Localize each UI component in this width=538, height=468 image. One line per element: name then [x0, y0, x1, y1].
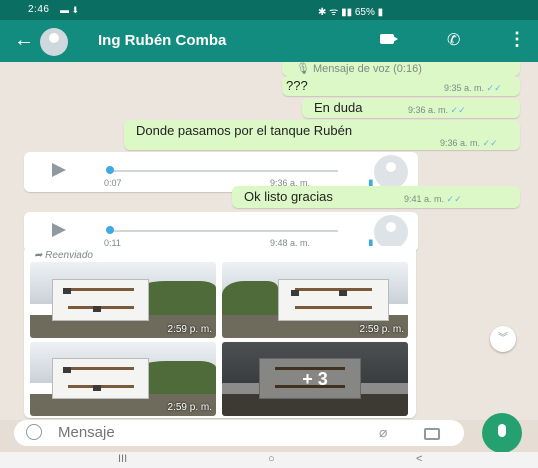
message-time: 9:41 a. m. ✓✓ — [404, 194, 462, 204]
photo-time: 2:59 p. m. — [167, 402, 212, 413]
contact-avatar[interactable] — [40, 28, 68, 56]
message-time: 9:36 a. m. ✓✓ — [440, 138, 498, 148]
message-composer: ⌀ — [14, 420, 464, 446]
back-arrow-icon[interactable]: ← — [14, 30, 34, 50]
photo-thumbnail-1[interactable]: 2:59 p. m. — [30, 262, 216, 338]
audio-duration: 0:07 — [104, 178, 122, 188]
forwarded-photo-album[interactable]: ➦ Reenviado 2:59 p. m. 2:59 p. m. 2:59 p… — [24, 246, 416, 418]
read-ticks-icon: ✓✓ — [482, 138, 498, 148]
read-ticks-icon: ✓✓ — [450, 105, 466, 115]
clock: 2:46 — [28, 4, 50, 15]
attach-icon[interactable]: ⌀ — [379, 424, 387, 441]
status-right: ✱ ᯤ ▮▮ 65% ▮ — [318, 7, 384, 18]
play-icon[interactable] — [52, 223, 66, 237]
chat-area[interactable]: 🎙 Mensaje de voz (0:16) ??? 9:35 a. m. ✓… — [0, 62, 538, 420]
system-nav-bar: III ○ < — [0, 452, 538, 468]
more-options-icon[interactable]: ⋮ — [508, 29, 526, 50]
video-call-icon[interactable] — [380, 34, 398, 44]
message-bubble-voice-ref[interactable]: 🎙 Mensaje de voz (0:16) — [282, 62, 520, 76]
voice-record-button[interactable] — [482, 413, 522, 453]
audio-progress-knob[interactable] — [106, 166, 114, 174]
message-text: ??? — [286, 78, 308, 93]
back-button[interactable]: < — [416, 453, 422, 465]
audio-progress-track[interactable] — [108, 170, 338, 172]
read-ticks-icon: ✓✓ — [486, 83, 502, 93]
message-time: 9:35 a. m. ✓✓ — [444, 83, 502, 93]
message-bubble-4[interactable]: Ok listo gracias 9:41 a. m. ✓✓ — [232, 186, 520, 208]
message-bubble-1[interactable]: ??? 9:35 a. m. ✓✓ — [282, 76, 520, 96]
notification-icons: ▬ ⬇ — [60, 5, 80, 15]
more-photos-count: + 3 — [302, 368, 328, 389]
sender-avatar — [374, 215, 408, 249]
forward-arrow-icon: ➦ — [34, 250, 43, 261]
photo-time: 2:59 p. m. — [359, 324, 404, 335]
message-input[interactable] — [58, 424, 358, 441]
sender-avatar — [374, 155, 408, 189]
message-bubble-3[interactable]: Donde pasamos por el tanque Rubén 9:36 a… — [124, 120, 520, 150]
camera-icon[interactable] — [424, 428, 440, 440]
message-text: Ok listo gracias — [244, 189, 333, 204]
photo-time: 2:59 p. m. — [167, 324, 212, 335]
audio-progress-knob[interactable] — [106, 226, 114, 234]
voice-note-label: 🎙 Mensaje de voz (0:16) — [296, 63, 422, 75]
emoji-icon[interactable] — [26, 424, 42, 440]
photo-thumbnail-more[interactable]: + 3 — [222, 342, 408, 416]
play-icon[interactable] — [52, 163, 66, 177]
chat-header: ← Ing Rubén Comba ✆ ⋮ — [0, 20, 538, 62]
photo-thumbnail-2[interactable]: 2:59 p. m. — [222, 262, 408, 338]
double-chevron-down-icon: ︾ — [498, 333, 508, 344]
recents-button[interactable]: III — [118, 453, 127, 465]
status-bar: 2:46 ▬ ⬇ ✱ ᯤ ▮▮ 65% ▮ — [0, 0, 538, 20]
scroll-down-button[interactable]: ︾ — [490, 326, 516, 352]
audio-progress-track[interactable] — [108, 230, 338, 232]
message-text: Donde pasamos por el tanque Rubén — [136, 123, 353, 138]
message-bubble-2[interactable]: En duda 9:36 a. m. ✓✓ — [302, 98, 520, 118]
message-text: En duda — [314, 100, 363, 115]
message-time: 9:36 a. m. ✓✓ — [408, 105, 466, 115]
phone-call-icon[interactable]: ✆ — [447, 30, 460, 50]
contact-name[interactable]: Ing Rubén Comba — [98, 32, 226, 49]
photo-thumbnail-3[interactable]: 2:59 p. m. — [30, 342, 216, 416]
read-ticks-icon: ✓✓ — [446, 194, 462, 204]
forwarded-label: ➦ Reenviado — [34, 250, 93, 261]
home-button[interactable]: ○ — [268, 453, 275, 465]
battery-level: 65% — [354, 7, 375, 18]
